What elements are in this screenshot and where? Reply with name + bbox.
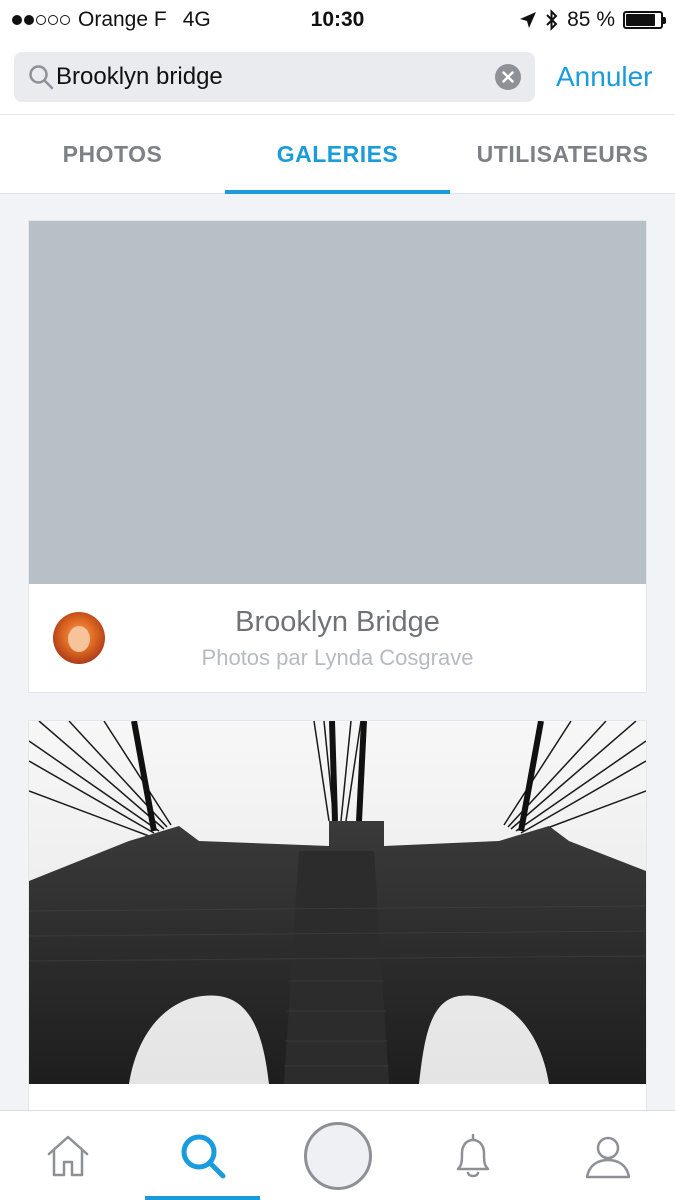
gallery-cover-placeholder [29,221,646,584]
status-right: 85 % [519,8,666,32]
tab-galleries[interactable]: GALERIES [225,115,450,194]
bluetooth-icon [546,9,558,31]
search-icon [29,65,54,90]
search-box[interactable] [14,52,535,102]
clear-search-button[interactable] [495,64,521,90]
status-left: Orange F 4G [12,8,211,32]
search-header: Annuler [0,40,675,114]
cancel-button[interactable]: Annuler [556,61,653,93]
battery-percentage: 85 % [567,8,615,31]
signal-strength-icon [12,15,70,25]
search-input[interactable] [56,63,495,91]
bell-icon [456,1133,489,1177]
bottom-tab-bar [0,1110,675,1200]
gallery-card-footer: Brooklyn Bridge Photos par Lynda Cosgrav… [29,584,646,692]
close-icon [502,71,514,83]
location-arrow-icon [520,12,537,28]
nav-home[interactable] [0,1111,135,1200]
capture-button[interactable] [303,1121,372,1190]
search-icon [181,1134,225,1178]
profile-icon [585,1136,630,1178]
network-type: 4G [182,8,211,31]
home-icon [47,1135,88,1176]
battery-icon [623,11,666,29]
status-bar: Orange F 4G 10:30 85 % [0,0,675,40]
gallery-card[interactable]: Brooklyn Bridge Photos par Lynda Cosgrav… [29,221,646,692]
tab-photos[interactable]: PHOTOS [0,115,225,193]
search-tabs: PHOTOS GALERIES UTILISATEURS [0,114,675,194]
gallery-author: Photos par Lynda Cosgrave [201,645,474,670]
nav-notifications[interactable] [405,1111,540,1200]
nav-capture[interactable] [270,1111,405,1200]
battery-level-fill [626,14,655,26]
nav-search[interactable] [135,1111,270,1200]
carrier-name: Orange F [78,8,167,31]
gallery-title: Brooklyn Bridge [235,606,440,638]
tab-users[interactable]: UTILISATEURS [450,115,675,193]
gallery-card-2[interactable] [29,721,646,1141]
gallery-cover-photo [29,721,646,1084]
nav-profile[interactable] [540,1111,675,1200]
